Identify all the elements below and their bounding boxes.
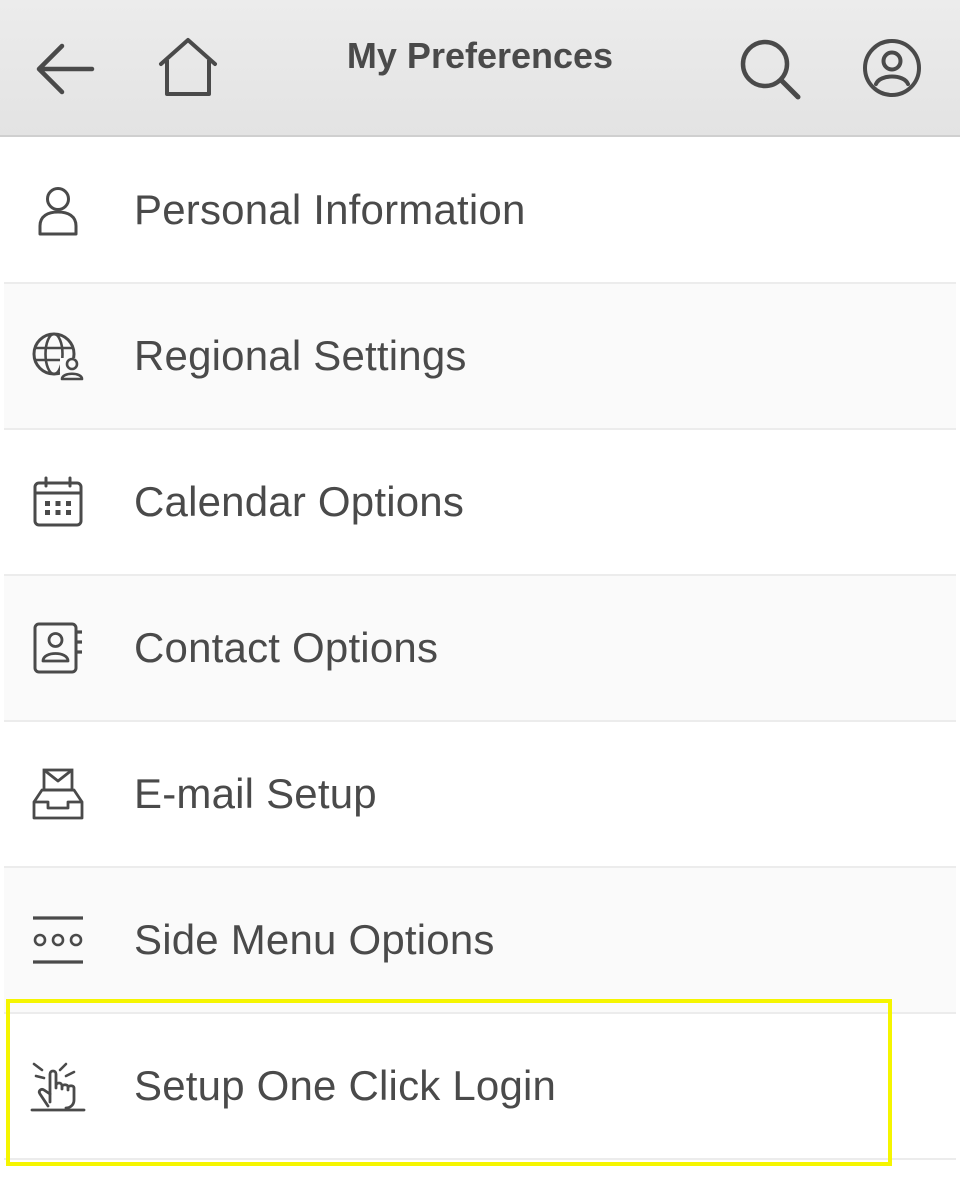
search-icon xyxy=(735,34,805,104)
menu-dots-icon xyxy=(30,912,86,968)
search-button[interactable] xyxy=(735,34,805,104)
menu-item-calendar-options[interactable]: Calendar Options xyxy=(4,430,956,576)
menu-item-label: Setup One Click Login xyxy=(134,1062,557,1109)
preferences-screen: My Preferences Personal Information Regi… xyxy=(0,0,960,1200)
menu-item-setup-one-click-login[interactable]: Setup One Click Login xyxy=(4,1014,956,1160)
menu-item-email-setup[interactable]: E-mail Setup xyxy=(4,722,956,868)
top-app-bar: My Preferences xyxy=(0,0,960,137)
person-icon xyxy=(30,182,86,238)
mail-inbox-icon xyxy=(30,766,86,822)
menu-item-label: E-mail Setup xyxy=(134,770,377,817)
menu-item-personal-information[interactable]: Personal Information xyxy=(4,138,956,284)
profile-button[interactable] xyxy=(860,36,924,100)
menu-item-label: Personal Information xyxy=(134,186,526,233)
home-icon xyxy=(155,34,221,100)
back-button[interactable] xyxy=(30,34,100,104)
menu-item-contact-options[interactable]: Contact Options xyxy=(4,576,956,722)
user-circle-icon xyxy=(860,36,924,100)
menu-item-label: Side Menu Options xyxy=(134,916,495,963)
arrow-left-icon xyxy=(30,34,100,104)
preferences-menu: Personal Information Regional Settings C… xyxy=(4,138,956,1160)
contact-book-icon xyxy=(30,620,86,676)
menu-item-label: Regional Settings xyxy=(134,332,467,379)
menu-item-label: Contact Options xyxy=(134,624,439,671)
page-title: My Preferences xyxy=(346,35,614,76)
tap-hand-icon xyxy=(30,1058,86,1114)
menu-item-side-menu-options[interactable]: Side Menu Options xyxy=(4,868,956,1014)
globe-user-icon xyxy=(30,328,86,384)
menu-item-regional-settings[interactable]: Regional Settings xyxy=(4,284,956,430)
home-button[interactable] xyxy=(155,34,221,100)
menu-item-label: Calendar Options xyxy=(134,478,465,525)
calendar-icon xyxy=(30,474,86,530)
